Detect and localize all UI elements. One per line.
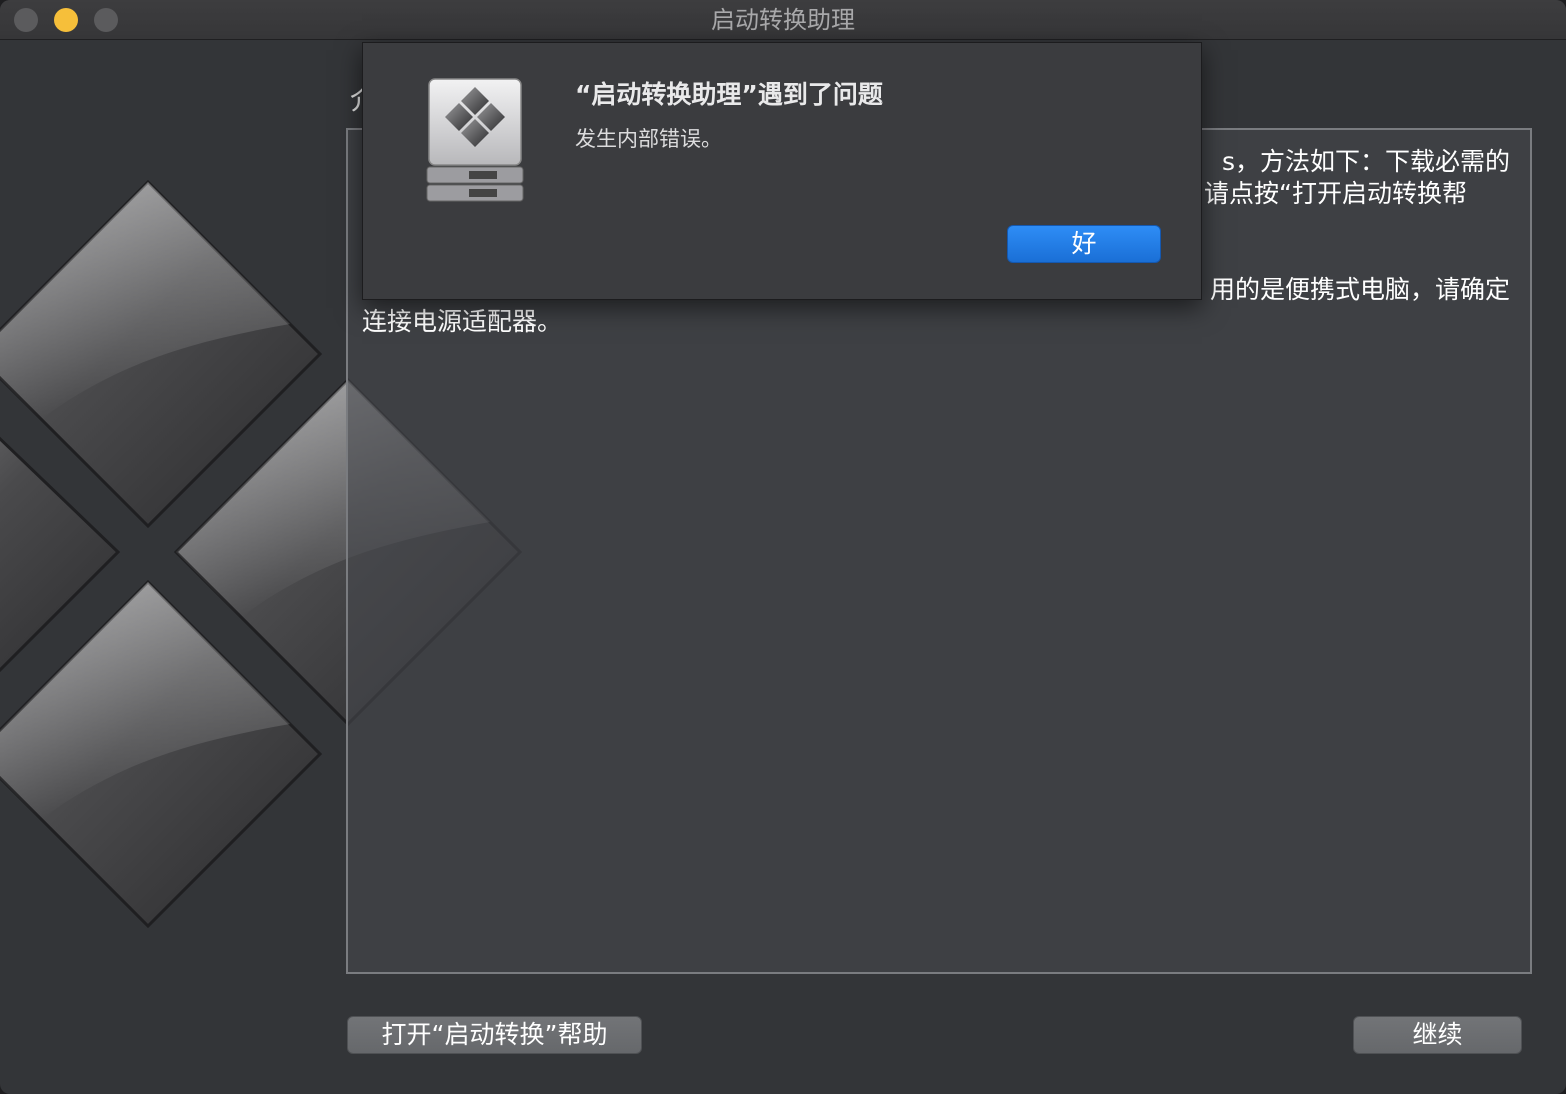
error-alert-sheet: “启动转换助理”遇到了问题 发生内部错误。 好 [362,42,1202,300]
ok-button[interactable]: 好 [1007,225,1161,263]
alert-message: 发生内部错误。 [575,127,722,151]
title-bar: 启动转换助理 [0,0,1566,40]
window-title: 启动转换助理 [711,6,855,34]
instructions-line-2: 请点按“打开启动转换帮 [1204,179,1467,208]
boot-camp-disk-icon [426,78,524,202]
continue-button[interactable]: 继续 [1353,1016,1522,1054]
open-boot-camp-help-button[interactable]: 打开“启动转换”帮助 [347,1016,642,1054]
boot-camp-window: 启动转换助理 介 [0,0,1566,1094]
alert-title: “启动转换助理”遇到了问题 [575,80,883,109]
instructions-line-4: 连接电源适配器。 [362,307,563,336]
